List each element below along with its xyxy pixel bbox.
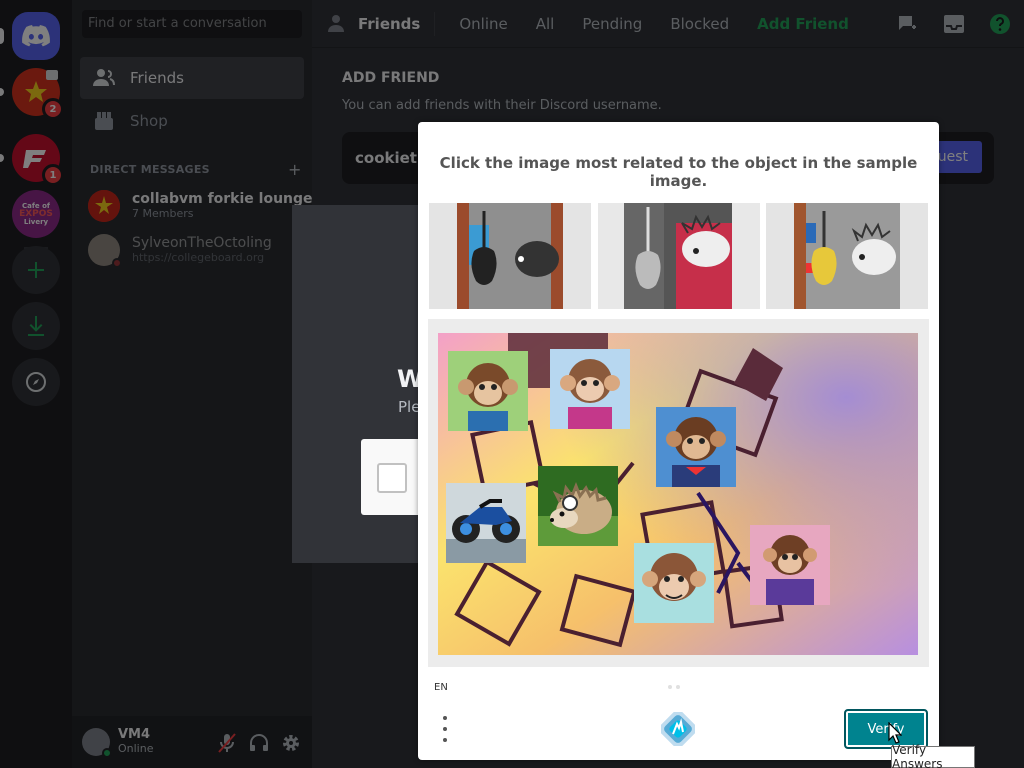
mouse-cursor-icon <box>888 722 902 744</box>
hedgehog-image[interactable] <box>538 466 618 546</box>
monkey-image[interactable] <box>656 407 736 487</box>
selection-marker <box>562 495 578 511</box>
captcha-menu-button[interactable] <box>440 716 450 742</box>
sample-image <box>766 203 928 309</box>
monkey-image[interactable] <box>634 543 714 623</box>
verify-tooltip: Verify Answers <box>891 743 975 768</box>
language-selector[interactable]: EN <box>434 682 448 693</box>
captcha-challenge: Click the image most related to the obje… <box>418 122 939 760</box>
captcha-prompt: Click the image most related to the obje… <box>439 154 918 190</box>
sample-image <box>429 203 591 309</box>
challenge-canvas[interactable] <box>438 333 918 655</box>
hcaptcha-logo-icon <box>659 710 697 748</box>
monkey-image[interactable] <box>750 525 830 605</box>
pagination-dots <box>668 685 680 689</box>
challenge-area <box>428 319 929 667</box>
captcha-checkbox[interactable] <box>377 463 407 493</box>
monkey-image[interactable] <box>448 351 528 431</box>
motorcycle-image[interactable] <box>446 483 526 563</box>
captcha-widget <box>361 439 421 515</box>
verification-modal: W Ple <box>292 205 437 563</box>
sample-image <box>598 203 760 309</box>
monkey-image[interactable] <box>550 349 630 429</box>
